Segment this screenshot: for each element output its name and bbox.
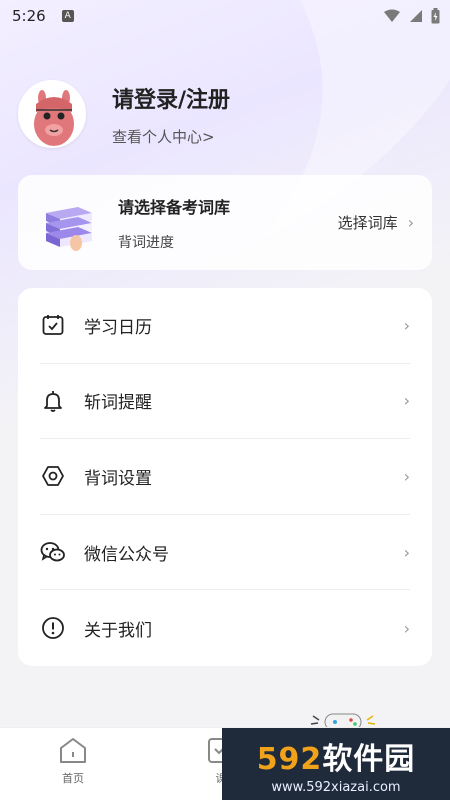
login-register-title[interactable]: 请登录/注册 — [112, 82, 230, 114]
watermark-number: 592 — [256, 741, 323, 777]
chevron-right-icon: › — [407, 213, 414, 232]
word-bank-title: 请选择备考词库 — [118, 197, 231, 217]
menu-label: 关于我们 — [84, 620, 152, 641]
books-icon — [46, 206, 92, 251]
select-word-bank-button[interactable]: 选择词库 › — [338, 212, 414, 233]
menu-item-reminder[interactable]: 斩词提醒 › — [40, 364, 410, 440]
chevron-right-icon: › — [403, 618, 410, 638]
home-icon — [60, 738, 86, 763]
watermark-banner: 592软件园 www.592xiazai.com — [222, 728, 450, 800]
watermark-url: www.592xiazai.com — [271, 779, 401, 795]
select-word-bank-label: 选择词库 — [337, 214, 398, 232]
watermark-text: 软件园 — [322, 741, 416, 777]
profile-section[interactable]: 请登录/注册 查看个人中心> — [18, 80, 230, 148]
nav-tab-home[interactable]: 首页 — [58, 736, 88, 786]
wechat-icon — [40, 539, 66, 565]
menu-label: 微信公众号 — [84, 544, 169, 565]
settings-menu: 学习日历 › 斩词提醒 › 背词设置 › 微信公众号 › 关于我们 › — [18, 288, 432, 666]
info-icon — [40, 615, 66, 641]
chevron-right-icon: › — [403, 466, 410, 486]
llama-avatar-icon — [20, 82, 84, 146]
watermark-brand: 592软件园 — [257, 734, 416, 778]
calendar-icon — [40, 312, 66, 338]
menu-item-word-settings[interactable]: 背词设置 › — [40, 439, 410, 515]
menu-label: 背词设置 — [84, 468, 152, 489]
chevron-right-icon: › — [403, 315, 410, 335]
menu-item-wechat[interactable]: 微信公众号 › — [40, 515, 410, 591]
avatar[interactable] — [18, 80, 86, 148]
word-bank-card[interactable]: 请选择备考词库 背词进度 选择词库 › — [18, 175, 432, 270]
nav-label-home: 首页 — [62, 772, 84, 785]
hexagon-settings-icon — [40, 463, 66, 489]
menu-item-study-calendar[interactable]: 学习日历 › — [40, 288, 410, 364]
personal-center-link[interactable]: 查看个人中心> — [112, 126, 230, 147]
chevron-right-icon: › — [403, 391, 410, 411]
bell-icon — [40, 388, 66, 414]
progress-label: 背词进度 — [118, 234, 174, 251]
menu-label: 斩词提醒 — [84, 393, 152, 414]
menu-label: 学习日历 — [84, 317, 152, 338]
chevron-right-icon: › — [403, 542, 410, 562]
menu-item-about-us[interactable]: 关于我们 › — [40, 590, 410, 666]
